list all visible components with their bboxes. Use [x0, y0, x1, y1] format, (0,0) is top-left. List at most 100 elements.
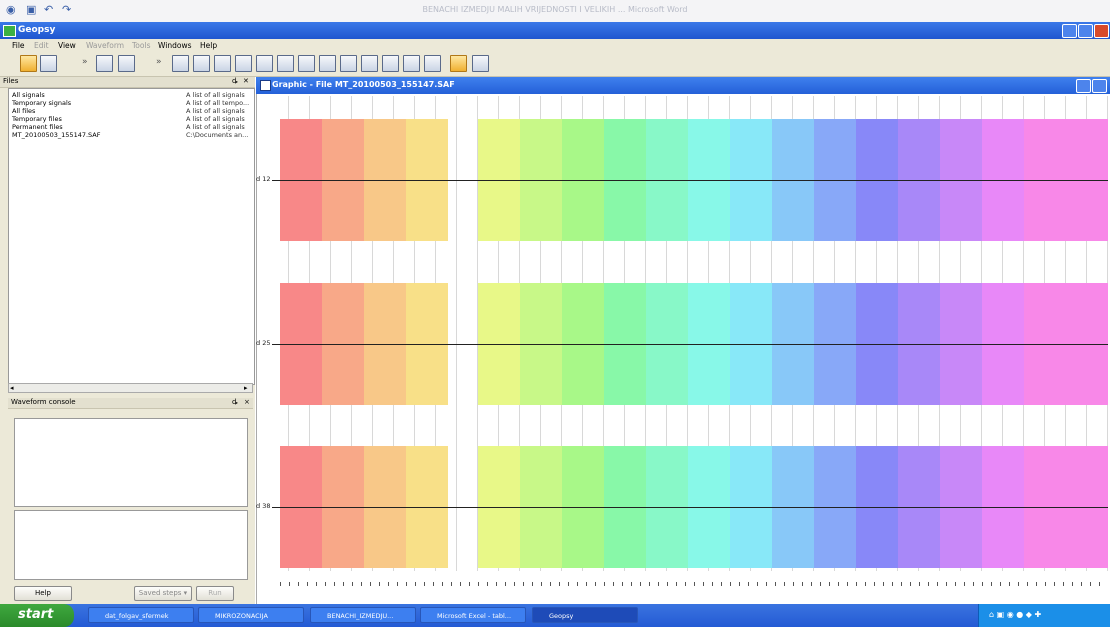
console-output[interactable]: [14, 510, 248, 580]
axis-tick: [991, 582, 992, 586]
task-button[interactable]: MIKROZONACIJA: [198, 607, 304, 623]
menu-tools[interactable]: Tools: [132, 41, 150, 50]
axis-tick: [811, 582, 812, 586]
toolbar-overflow-icon[interactable]: »: [82, 57, 88, 67]
signal-plot[interactable]: d 12 d 25 d 38: [256, 96, 1110, 592]
axis-tick: [883, 582, 884, 586]
files-panel-title: Files: [3, 77, 19, 85]
view-icon[interactable]: [118, 55, 135, 72]
task-button[interactable]: Microsoft Excel - tabl...: [420, 607, 526, 623]
damping-icon[interactable]: [424, 55, 441, 72]
axis-tick: [982, 582, 983, 586]
list-item[interactable]: MT_20100503_155147.SAF C:\Documents an...: [9, 131, 254, 140]
graphic-window-icon: [260, 80, 271, 91]
axis-tick: [730, 582, 731, 586]
axis-tick: [487, 582, 488, 586]
axis-tick: [361, 582, 362, 586]
menu-bar: File Edit View Waveform Tools Windows He…: [0, 39, 1110, 53]
spectrum-icon[interactable]: [277, 55, 294, 72]
menu-help[interactable]: Help: [200, 41, 217, 50]
minimize-icon[interactable]: [1062, 24, 1077, 38]
close-icon[interactable]: [1094, 24, 1109, 38]
axis-tick: [586, 582, 587, 586]
saved-steps-dropdown[interactable]: Saved steps ▾: [134, 586, 192, 601]
axis-tick: [721, 582, 722, 586]
axis-tick: [640, 582, 641, 586]
rotate-icon[interactable]: [319, 55, 336, 72]
axis-tick: [496, 582, 497, 586]
axis-tick: [577, 582, 578, 586]
axis-tick: [892, 582, 893, 586]
signal-trace: [272, 507, 1108, 508]
float-icon[interactable]: ȡ: [232, 398, 238, 406]
orange-tool-icon[interactable]: [450, 55, 467, 72]
scroll-left-icon[interactable]: ◂: [10, 384, 14, 392]
files-horizontal-scrollbar[interactable]: ◂ ▸: [8, 383, 253, 393]
axis-tick: [748, 582, 749, 586]
table-icon[interactable]: [96, 55, 113, 72]
console-script-editor[interactable]: [14, 418, 248, 507]
geopsy-app-icon: [3, 25, 16, 37]
axis-tick: [838, 582, 839, 586]
task-button[interactable]: BENACHI_IZMEDJU...: [310, 607, 416, 623]
fk-icon[interactable]: [361, 55, 378, 72]
filter-icon[interactable]: [298, 55, 315, 72]
task-button[interactable]: Geopsy: [532, 607, 638, 623]
axis-tick: [694, 582, 695, 586]
menu-view[interactable]: View: [58, 41, 76, 50]
axis-tick: [1090, 582, 1091, 586]
axis-tick: [685, 582, 686, 586]
tray-icons[interactable]: ⌂ ▣ ◉ ● ◆ ✚: [989, 610, 1041, 619]
close-panel-icon[interactable]: ×: [244, 398, 250, 406]
axis-tick: [343, 582, 344, 586]
signal-trace: [272, 344, 1108, 345]
axis-tick: [946, 582, 947, 586]
axis-tick: [1036, 582, 1037, 586]
run-button[interactable]: Run: [196, 586, 234, 601]
export-icon[interactable]: [472, 55, 489, 72]
axis-tick: [307, 582, 308, 586]
chart-icon[interactable]: [214, 55, 231, 72]
save-icon[interactable]: [40, 55, 57, 72]
axis-tick: [604, 582, 605, 586]
close-panel-icon[interactable]: ✕: [243, 77, 249, 85]
structure-icon[interactable]: [403, 55, 420, 72]
axis-tick: [874, 582, 875, 586]
grid-line: [456, 96, 457, 571]
help-button[interactable]: Help: [14, 586, 72, 601]
axis-tick: [370, 582, 371, 586]
axis-tick: [703, 582, 704, 586]
open-folder-icon[interactable]: [20, 55, 37, 72]
axis-tick: [775, 582, 776, 586]
trace-label: d 25: [256, 339, 271, 347]
axis-tick: [1027, 582, 1028, 586]
float-icon[interactable]: ȡ: [232, 77, 238, 85]
pick-icon[interactable]: [340, 55, 357, 72]
signal-icon[interactable]: [256, 55, 273, 72]
toolbar-overflow-icon-2[interactable]: »: [156, 57, 162, 67]
map-icon[interactable]: [193, 55, 210, 72]
menu-edit[interactable]: Edit: [34, 41, 49, 50]
scroll-right-icon[interactable]: ▸: [244, 384, 248, 392]
start-label: start: [18, 607, 54, 622]
axis-tick: [523, 582, 524, 586]
toolbar: » »: [0, 52, 1110, 77]
graphic-minimize-icon[interactable]: [1076, 79, 1091, 93]
axis-tick: [334, 582, 335, 586]
files-list: All signals A list of all signals Tempora…: [8, 88, 255, 385]
hv-icon[interactable]: [382, 55, 399, 72]
graphic-icon[interactable]: [172, 55, 189, 72]
system-tray: ⌂ ▣ ◉ ● ◆ ✚: [978, 604, 1110, 627]
menu-file[interactable]: File: [12, 41, 25, 50]
grid-icon[interactable]: [235, 55, 252, 72]
task-button[interactable]: dat_folgav_sfermek: [88, 607, 194, 623]
axis-tick: [559, 582, 560, 586]
signal-trace: [272, 180, 1108, 181]
maximize-icon[interactable]: [1078, 24, 1093, 38]
waveform-console-header: Waveform console ȡ ×: [8, 398, 253, 409]
graphic-maximize-icon[interactable]: [1092, 79, 1107, 93]
menu-waveform[interactable]: Waveform: [86, 41, 124, 50]
axis-tick: [631, 582, 632, 586]
axis-tick: [802, 582, 803, 586]
menu-windows[interactable]: Windows: [158, 41, 191, 50]
